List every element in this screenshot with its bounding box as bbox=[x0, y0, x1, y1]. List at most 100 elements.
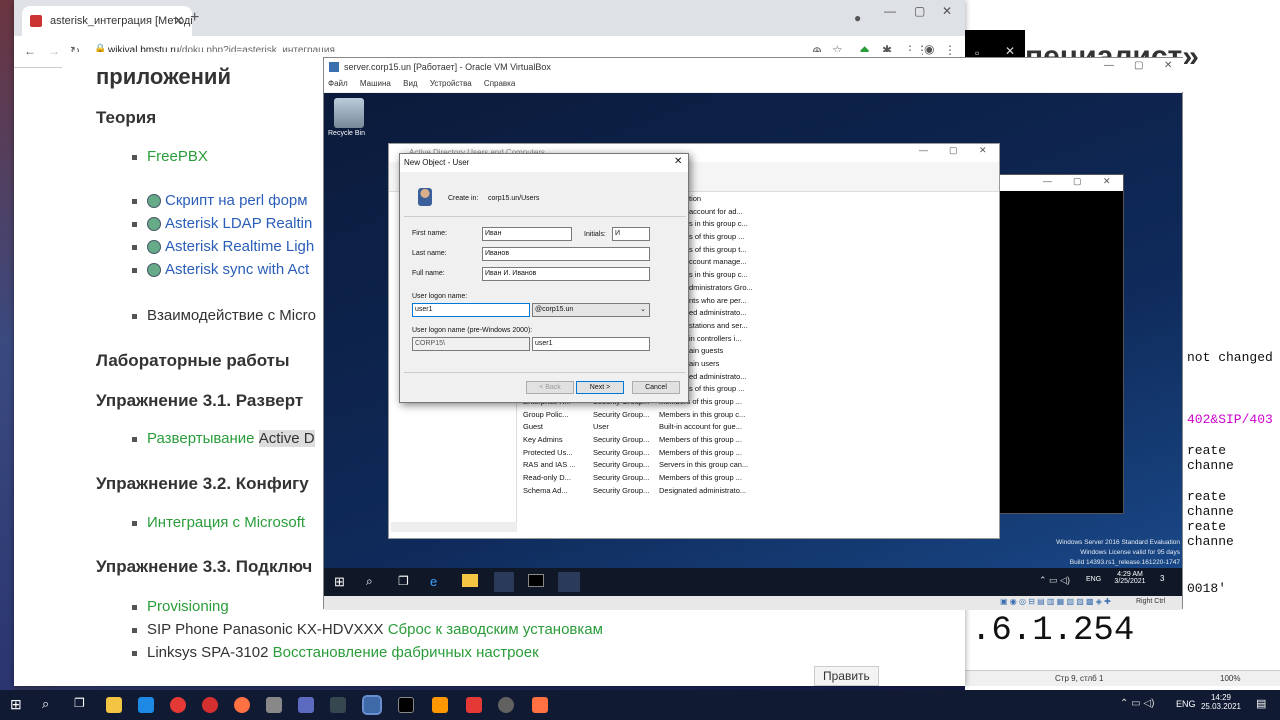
pre2000-user-field[interactable]: user1 bbox=[532, 337, 650, 351]
folder-icon[interactable] bbox=[462, 574, 478, 587]
dialog-app-icon[interactable] bbox=[558, 572, 580, 592]
opera-icon[interactable] bbox=[202, 697, 218, 713]
vbox-icon bbox=[329, 62, 339, 72]
guest-clock[interactable]: 4:29 AM 3/25/2021 bbox=[1110, 571, 1150, 585]
tray-icons[interactable]: ⌃ ▭ ◁) bbox=[1039, 575, 1070, 586]
menu-icon[interactable]: ⋮ bbox=[944, 43, 956, 57]
cell-desc: Servers in this group can... bbox=[659, 460, 749, 470]
full-name-field[interactable]: Иван И. Иванов bbox=[482, 267, 650, 281]
cmd-titlebar: — ▢ ✕ bbox=[999, 175, 1123, 191]
logon-field[interactable]: user1 bbox=[412, 303, 530, 317]
back-icon[interactable]: ← bbox=[24, 44, 36, 58]
close-icon[interactable]: ✕ bbox=[1005, 44, 1015, 58]
back-button[interactable]: < Back bbox=[526, 381, 574, 394]
chrome-icon[interactable] bbox=[170, 697, 186, 713]
table-row[interactable]: Key Admins Security Group... Members of th… bbox=[523, 435, 993, 448]
external-link[interactable]: Asterisk Realtime Ligh bbox=[165, 238, 314, 255]
tree-scrollbar[interactable] bbox=[391, 522, 517, 532]
app-icon[interactable] bbox=[330, 697, 346, 713]
minimize-icon[interactable]: — bbox=[919, 145, 928, 155]
task-view-icon[interactable]: ❐ bbox=[74, 696, 85, 710]
create-in-label: Create in: bbox=[448, 195, 479, 202]
notification-icon[interactable]: 3 bbox=[1160, 574, 1164, 583]
virtualbox-icon[interactable] bbox=[362, 695, 382, 715]
table-row[interactable]: Group Polic... Security Group... Members i… bbox=[523, 410, 993, 423]
close-tab-icon[interactable]: ✕ bbox=[173, 13, 184, 29]
link-provisioning[interactable]: Provisioning bbox=[147, 598, 229, 615]
folder-icon[interactable] bbox=[106, 697, 122, 713]
browser-tab[interactable]: asterisk_интеграция [Методич ✕ bbox=[22, 6, 192, 36]
notification-icon[interactable]: ▤ bbox=[1256, 697, 1266, 710]
start-icon[interactable]: ⊞ bbox=[334, 574, 345, 590]
table-row[interactable]: Read-only D... Security Group... Members o… bbox=[523, 473, 993, 486]
table-row[interactable]: Guest User Built-in account for gue... bbox=[523, 422, 993, 435]
last-name-field[interactable]: Иванов bbox=[482, 247, 650, 261]
close-icon[interactable]: ✕ bbox=[1103, 176, 1111, 187]
edit-button[interactable]: Править bbox=[814, 666, 879, 686]
new-tab-icon[interactable]: + bbox=[190, 9, 199, 27]
app-icon[interactable] bbox=[466, 697, 482, 713]
minimize-icon[interactable]: — bbox=[1104, 60, 1114, 71]
domain-select[interactable]: @corp15.un ⌄ bbox=[532, 303, 650, 317]
edge-icon[interactable] bbox=[138, 697, 154, 713]
profile-icon[interactable]: ◉ bbox=[924, 42, 934, 56]
task-view-icon[interactable]: ❐ bbox=[398, 574, 409, 588]
ad-app-icon[interactable] bbox=[494, 572, 514, 592]
link-restore[interactable]: Восстановление фабричных настроек bbox=[273, 644, 539, 661]
search-icon[interactable]: ⌕ bbox=[366, 574, 373, 589]
maximize-icon[interactable]: ▢ bbox=[1073, 176, 1082, 187]
media-icon[interactable]: ● bbox=[854, 11, 861, 25]
forward-icon[interactable]: → bbox=[48, 44, 60, 58]
minimize-icon[interactable]: — bbox=[884, 4, 896, 18]
terminal-icon[interactable] bbox=[398, 697, 414, 713]
search-icon[interactable]: ⌕ bbox=[42, 696, 49, 712]
app-icon[interactable] bbox=[432, 697, 448, 713]
next-button[interactable]: Next > bbox=[576, 381, 624, 394]
external-link[interactable]: Asterisk LDAP Realtin bbox=[165, 215, 312, 232]
host-clock[interactable]: 14:29 25.03.2021 bbox=[1198, 693, 1244, 711]
cancel-button[interactable]: Cancel bbox=[632, 381, 680, 394]
app-icon[interactable] bbox=[266, 697, 282, 713]
close-icon[interactable]: ✕ bbox=[979, 145, 987, 156]
firefox-icon[interactable] bbox=[234, 697, 250, 713]
guest-lang[interactable]: ENG bbox=[1086, 576, 1101, 583]
menu-view[interactable]: Вид bbox=[403, 79, 417, 88]
vbox-device-icons[interactable]: ▣ ◉ ◎ ⊟ ▤ ▥ ▦ ▧ ▨ ▩ ◈ ✚ bbox=[1000, 597, 1111, 606]
app-icon[interactable] bbox=[498, 697, 514, 713]
close-icon[interactable]: ✕ bbox=[942, 4, 952, 18]
table-row[interactable]: RAS and IAS ... Security Group... Servers … bbox=[523, 460, 993, 473]
initials-field[interactable]: И bbox=[612, 227, 650, 241]
link-freepbx[interactable]: FreePBX bbox=[147, 148, 208, 165]
external-link[interactable]: Скрипт на perl форм bbox=[165, 192, 308, 209]
link-reset[interactable]: Сброс к заводским установкам bbox=[388, 621, 603, 638]
menu-devices[interactable]: Устройства bbox=[430, 79, 472, 88]
app-icon[interactable] bbox=[532, 697, 548, 713]
link-deploy[interactable]: Развертывание bbox=[147, 430, 255, 447]
ie-icon[interactable]: e bbox=[430, 574, 437, 589]
external-link[interactable]: Asterisk sync with Act bbox=[165, 261, 309, 278]
maximize-icon[interactable]: ▢ bbox=[1134, 60, 1143, 71]
tray-icons[interactable]: ⌃ ▭ ◁) bbox=[1120, 698, 1154, 709]
cmd-icon[interactable] bbox=[528, 574, 544, 587]
host-key: Right Ctrl bbox=[1136, 598, 1166, 605]
table-row[interactable]: Schema Ad... Security Group... Designated … bbox=[523, 486, 993, 499]
first-name-field[interactable]: Иван bbox=[482, 227, 572, 241]
app-icon[interactable] bbox=[298, 697, 314, 713]
list-item: Asterisk LDAP Realtin bbox=[132, 215, 312, 232]
close-icon[interactable]: ✕ bbox=[674, 156, 682, 167]
recycle-bin-icon[interactable] bbox=[334, 98, 364, 128]
link-integration[interactable]: Интеграция с Microsoft bbox=[147, 514, 305, 531]
minimize-icon[interactable]: — bbox=[1043, 176, 1052, 186]
maximize-icon[interactable]: ▢ bbox=[914, 4, 925, 18]
table-row[interactable]: Protected Us... Security Group... Members … bbox=[523, 448, 993, 461]
close-icon[interactable]: ✕ bbox=[1164, 60, 1172, 71]
start-icon[interactable]: ⊞ bbox=[10, 696, 22, 713]
cell-type: User bbox=[593, 422, 609, 432]
menu-file[interactable]: Файл bbox=[328, 79, 348, 88]
vbox-statusbar: ▣ ◉ ◎ ⊟ ▤ ▥ ▦ ▧ ▨ ▩ ◈ ✚ Right Ctrl bbox=[324, 596, 1182, 610]
menu-machine[interactable]: Машина bbox=[360, 79, 391, 88]
menu-help[interactable]: Справка bbox=[484, 79, 515, 88]
pre2000-label: User logon name (pre-Windows 2000): bbox=[412, 327, 533, 334]
maximize-icon[interactable]: ▢ bbox=[949, 145, 958, 156]
host-lang[interactable]: ENG bbox=[1176, 699, 1196, 709]
